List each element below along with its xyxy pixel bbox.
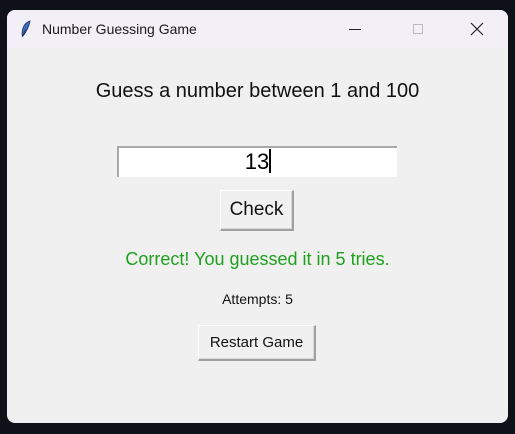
instruction-label: Guess a number between 1 and 100 bbox=[95, 80, 420, 102]
text-caret bbox=[269, 149, 272, 174]
attempts-label: Attempts: 5 bbox=[222, 291, 293, 307]
result-message: Correct! You guessed it in 5 tries. bbox=[125, 249, 390, 269]
guess-input-value: 13 bbox=[244, 149, 270, 174]
feather-icon bbox=[21, 20, 31, 38]
close-button[interactable] bbox=[448, 10, 506, 48]
restart-game-button[interactable]: Restart Game bbox=[198, 325, 316, 361]
title-bar: Number Guessing Game bbox=[7, 10, 508, 48]
guess-input[interactable]: 13 bbox=[117, 146, 397, 177]
window-title: Number Guessing Game bbox=[42, 21, 197, 37]
close-icon bbox=[470, 22, 484, 36]
app-window: Number Guessing Game Guess a number betw… bbox=[7, 10, 508, 423]
maximize-button[interactable] bbox=[389, 10, 447, 48]
maximize-icon bbox=[413, 24, 423, 34]
check-button[interactable]: Check bbox=[220, 190, 294, 231]
minimize-icon bbox=[349, 29, 361, 30]
minimize-button[interactable] bbox=[326, 10, 384, 48]
